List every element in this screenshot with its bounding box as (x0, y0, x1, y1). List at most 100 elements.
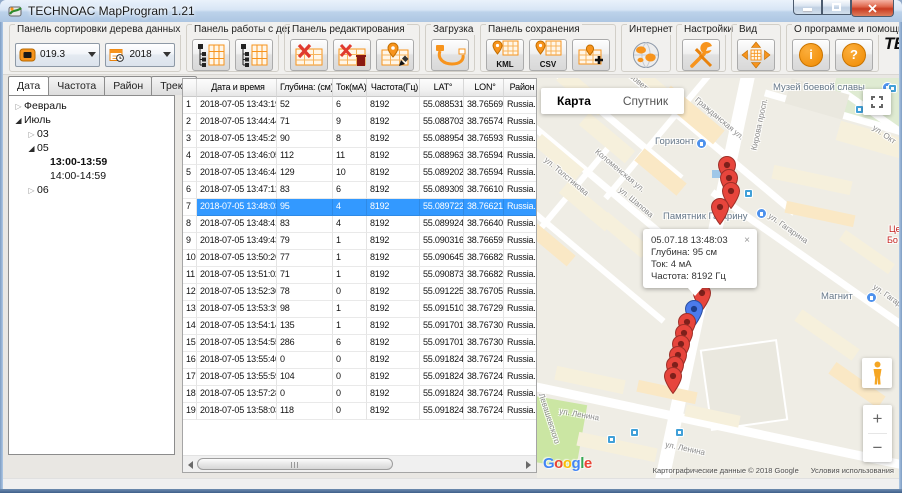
map-info-window: 05.07.18 13:48:03 × Глубина: 95 см Ток: … (643, 229, 757, 288)
map-delete-button[interactable] (333, 39, 371, 71)
tree-collapse-button[interactable] (235, 39, 273, 71)
column-header[interactable]: Район (504, 79, 537, 97)
column-header[interactable]: LAT° (420, 79, 464, 97)
tree-item[interactable]: ▷Февраль (9, 99, 174, 113)
save-add-button[interactable] (572, 39, 610, 71)
collapse-arrow-icon[interactable]: ◢ (13, 116, 24, 125)
tree-item[interactable]: ▷06 (9, 183, 174, 197)
column-header[interactable]: Ток(мА) (333, 79, 367, 97)
sidebar-tab-2[interactable]: Частота (48, 76, 105, 95)
zoom-in-button[interactable]: + (863, 405, 892, 433)
column-header[interactable]: Дата и время (197, 79, 277, 97)
scroll-left-arrow-icon[interactable] (188, 461, 193, 469)
table-row[interactable]: 82018-07-05 13:48:41834819255.08992438.7… (183, 216, 536, 233)
map-type-satellite-button[interactable]: Спутник (607, 88, 684, 114)
table-row[interactable]: 32018-07-05 13:45:29908819255.08895438.7… (183, 131, 536, 148)
group-save: Панель сохранения KML CSV (480, 24, 616, 72)
table-row[interactable]: 72018-07-05 13:48:03954819255.08972238.7… (183, 199, 536, 216)
map-clear-button[interactable] (290, 39, 328, 71)
bus-stop-icon[interactable] (630, 428, 639, 437)
expand-arrow-icon[interactable]: ▷ (13, 102, 24, 111)
table-row[interactable]: 62018-07-05 13:47:12836819255.08930938.7… (183, 182, 536, 199)
table-row[interactable]: 22018-07-05 13:44:44719819255.08870338.7… (183, 114, 536, 131)
google-logo[interactable]: Google (543, 455, 592, 472)
map-panel[interactable]: 05.07.18 13:48:03 × Глубина: 95 см Ток: … (537, 78, 899, 478)
chevron-down-icon (163, 52, 171, 57)
table-row[interactable]: 42018-07-05 13:46:0511211819255.08896338… (183, 148, 536, 165)
map-label: Бо (887, 235, 898, 245)
tree-item[interactable]: 14:00-14:59 (9, 169, 174, 183)
table-row[interactable]: 132018-07-05 13:53:39981819255.09151038.… (183, 301, 536, 318)
column-header[interactable]: Глубина: (см) (277, 79, 333, 97)
usb-load-button[interactable] (431, 39, 469, 71)
table-row[interactable]: 152018-07-05 13:54:552866819255.09170138… (183, 335, 536, 352)
table-row[interactable]: 192018-07-05 13:58:031180819255.09182438… (183, 403, 536, 420)
bus-stop-icon[interactable] (675, 428, 684, 437)
fullscreen-button[interactable] (863, 89, 891, 115)
map-edit-button[interactable] (376, 39, 414, 71)
red-marker[interactable] (664, 367, 682, 394)
device-combo[interactable]: 019.3 (15, 43, 100, 67)
tree-item[interactable]: ◢Июль (9, 113, 174, 127)
save-kml-button[interactable]: KML (486, 39, 524, 71)
table-row[interactable]: 122018-07-05 13:52:36780819255.09122538.… (183, 284, 536, 301)
zoom-out-button[interactable]: − (863, 434, 892, 462)
year-combo[interactable]: 2018 (105, 43, 175, 67)
help-button[interactable]: ? (835, 39, 873, 71)
tree-item[interactable]: ◢05 (9, 141, 174, 155)
table-row[interactable]: 12018-07-05 13:43:19526819255.08853138.7… (183, 97, 536, 114)
group-settings-label: Настройки (682, 24, 735, 35)
table-cell: Russia. (504, 182, 537, 199)
bus-stop-icon[interactable] (744, 189, 753, 198)
map-type-map-button[interactable]: Карта (541, 88, 607, 114)
about-button[interactable]: i (792, 39, 830, 71)
table-row[interactable]: 112018-07-05 13:51:02711819255.09087338.… (183, 267, 536, 284)
tree-expand-button[interactable] (192, 39, 230, 71)
scrollbar-thumb[interactable] (197, 458, 393, 470)
tree-item-label: Февраль (24, 100, 67, 112)
table-row[interactable]: 162018-07-05 13:55:4000819255.09182438.7… (183, 352, 536, 369)
map-label: Музей боевой славы (773, 82, 865, 93)
row-number: 18 (183, 386, 197, 403)
poi-icon[interactable] (866, 292, 877, 303)
table-cell: 55.091701 (420, 318, 464, 335)
table-row[interactable]: 92018-07-05 13:49:43791819255.09031638.7… (183, 233, 536, 250)
sidebar-tab-3[interactable]: Район (104, 76, 152, 95)
maximize-button[interactable] (822, 0, 851, 15)
expand-arrow-icon[interactable]: ▷ (26, 186, 37, 195)
table-row[interactable]: 52018-07-05 13:46:4412910819255.08920238… (183, 165, 536, 182)
table-horizontal-scrollbar[interactable] (183, 455, 536, 472)
scroll-right-arrow-icon[interactable] (526, 461, 531, 469)
terms-link[interactable]: Условия использования (811, 466, 894, 475)
info-window-close-icon[interactable]: × (740, 235, 750, 246)
column-header[interactable]: Частота(Гц) (367, 79, 420, 97)
tree-item[interactable]: ▷03 (9, 127, 174, 141)
settings-button[interactable] (682, 39, 720, 71)
bus-stop-icon[interactable] (607, 435, 616, 444)
table-row[interactable]: 172018-07-05 13:55:591040819255.09182438… (183, 369, 536, 386)
table-cell: 8192 (367, 97, 420, 114)
table-row[interactable]: 182018-07-05 13:57:2800819255.09182438.7… (183, 386, 536, 403)
table-cell: 4 (333, 216, 367, 233)
collapse-arrow-icon[interactable]: ◢ (26, 144, 37, 153)
column-header[interactable]: LON° (464, 79, 504, 97)
table-cell: 55.089924 (420, 216, 464, 233)
table-row[interactable]: 142018-07-05 13:54:141351819255.09170138… (183, 318, 536, 335)
fullscreen-icon (871, 96, 883, 108)
pegman-button[interactable] (862, 358, 892, 388)
save-csv-button[interactable]: CSV (529, 39, 567, 71)
internet-button[interactable] (627, 39, 665, 71)
poi-icon[interactable] (696, 138, 707, 149)
view-pan-button[interactable] (737, 39, 775, 71)
red-marker[interactable] (711, 198, 729, 225)
column-header[interactable] (183, 79, 197, 97)
minimize-button[interactable] (793, 0, 822, 15)
poi-icon[interactable] (756, 208, 767, 219)
tree-item[interactable]: 13:00-13:59 (9, 155, 174, 169)
expand-arrow-icon[interactable]: ▷ (26, 130, 37, 139)
title-bar[interactable]: TECHNOAC MapProgram 1.21 (0, 0, 902, 22)
sidebar-tab-1[interactable]: Дата (8, 76, 49, 95)
close-button[interactable] (851, 0, 894, 17)
table-row[interactable]: 102018-07-05 13:50:26771819255.09064538.… (183, 250, 536, 267)
table-cell: 8192 (367, 386, 420, 403)
